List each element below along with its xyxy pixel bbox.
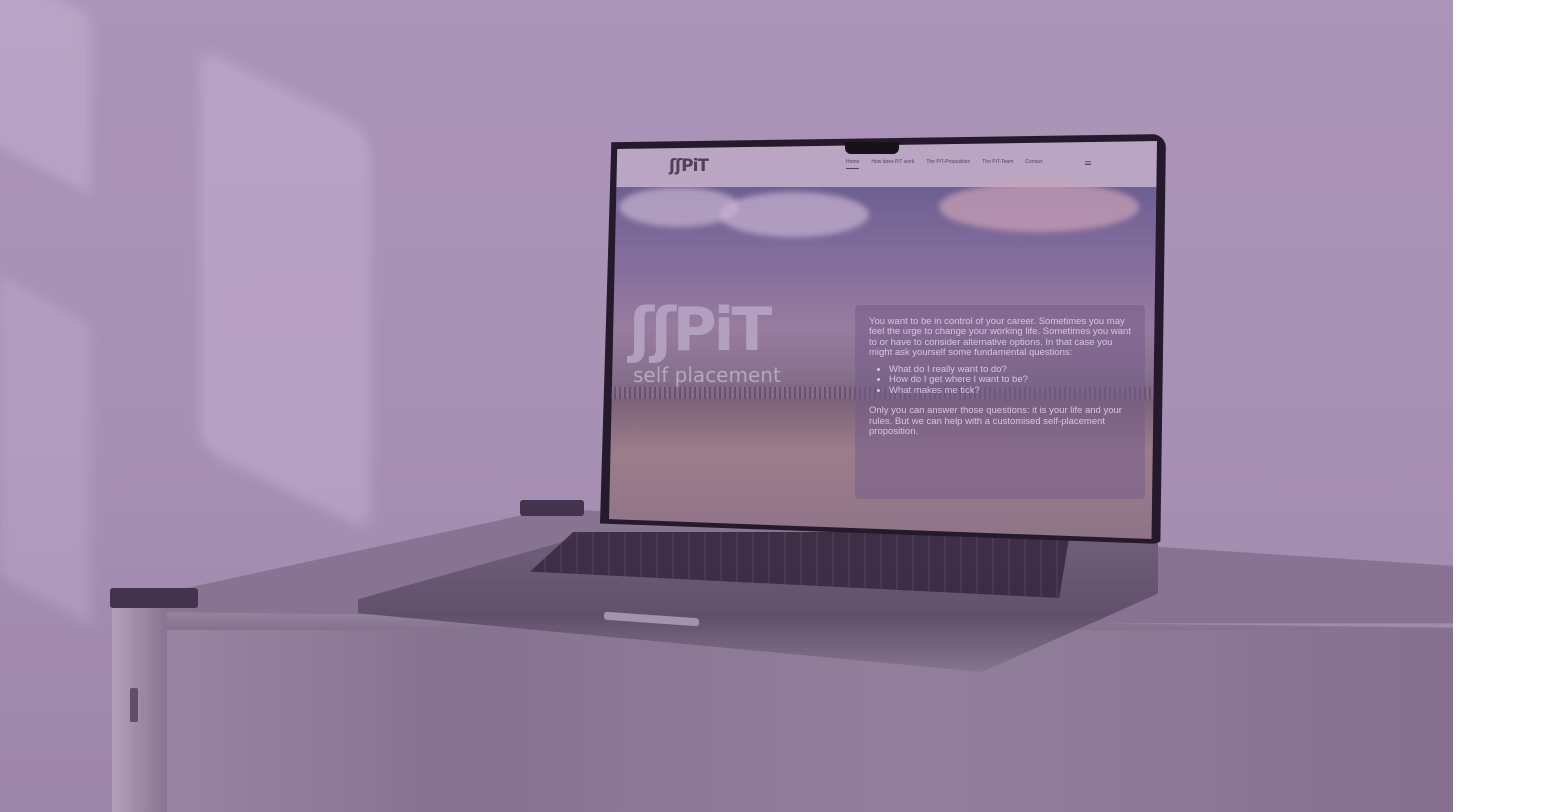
site-nav-menu: Home How does PiT work The PiT-Propositi… — [846, 159, 1043, 169]
wall-light — [200, 48, 370, 532]
outro-text: Only you can answer those questions: it … — [869, 405, 1122, 437]
nav-how-it-works[interactable]: How does PiT work — [871, 159, 914, 169]
hero-logo: ʃʃPiT — [629, 295, 772, 365]
cabinet-front — [112, 630, 1453, 812]
hero-banner: ʃʃPiT self placement You want to be in c… — [609, 182, 1157, 539]
wall-light — [0, 276, 90, 624]
nav-home[interactable]: Home — [846, 159, 860, 169]
cabinet-post — [112, 605, 167, 812]
camera-notch — [845, 142, 899, 154]
photo-scene: ʃʃPiT Home How does PiT work The PiT-Pro… — [0, 0, 1453, 812]
laptop-screen: ʃʃPiT Home How does PiT work The PiT-Pro… — [609, 141, 1157, 539]
questions-list: What do I really want to do? How do I ge… — [877, 364, 1135, 396]
intro-textbox: You want to be in control of your career… — [855, 305, 1145, 499]
language-flag-icon[interactable] — [1085, 161, 1091, 165]
cloud — [719, 192, 869, 237]
cloud — [619, 187, 739, 227]
wall-light — [0, 0, 90, 195]
cabinet-slot — [130, 688, 138, 722]
cabinet-corner-clip — [520, 500, 584, 516]
nav-proposition[interactable]: The PiT-Proposition — [926, 159, 970, 169]
list-item: What makes me tick? — [889, 385, 1135, 396]
hero-tagline: self placement — [633, 363, 781, 387]
cloud — [939, 182, 1139, 232]
nav-contact[interactable]: Contact — [1025, 159, 1042, 169]
cabinet-corner-clip — [110, 588, 198, 608]
intro-text: You want to be in control of your career… — [869, 316, 1131, 359]
site-logo[interactable]: ʃʃPiT — [669, 156, 709, 176]
nav-team[interactable]: The PiT-Team — [982, 159, 1013, 169]
